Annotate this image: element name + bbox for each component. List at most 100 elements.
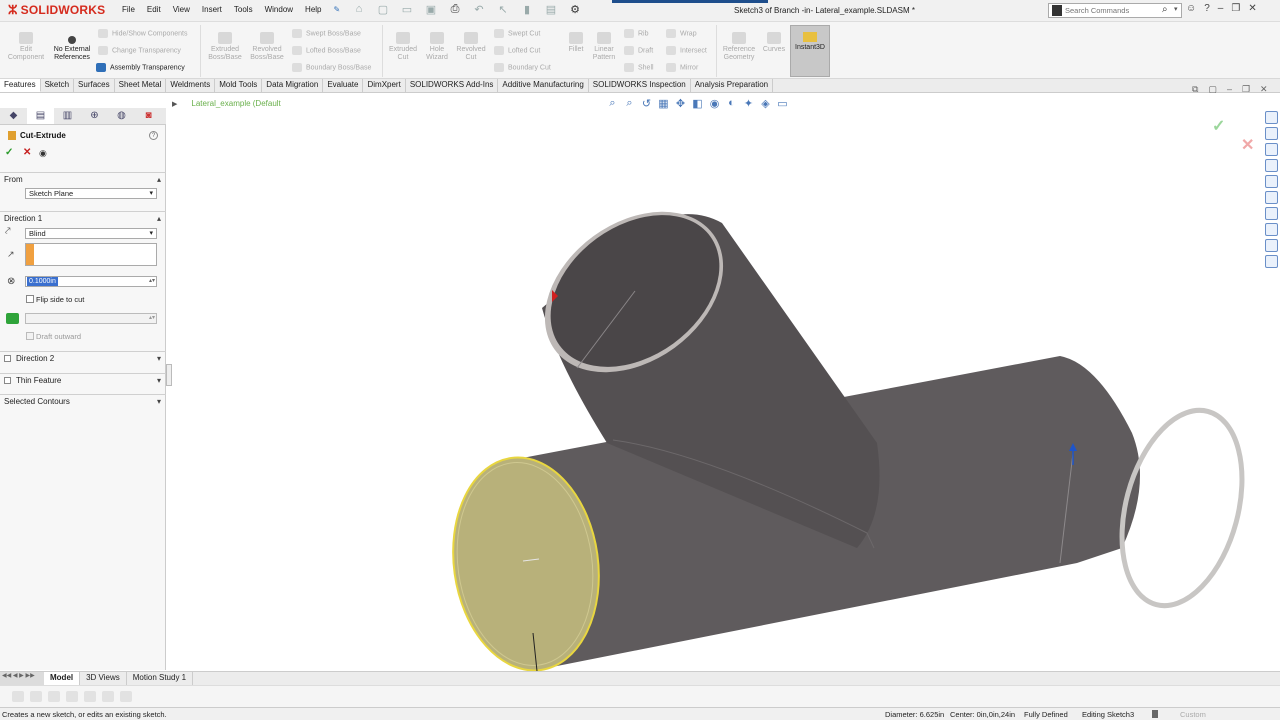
status-units[interactable]: Custom <box>1180 710 1206 719</box>
lofted-boss-button[interactable]: Lofted Boss/Base <box>292 46 361 55</box>
ok-icon[interactable]: ✓ <box>5 147 13 158</box>
chevron-down-icon[interactable]: ▾ <box>157 354 161 363</box>
hide-show-components-button[interactable]: Hide/Show Components <box>98 29 188 38</box>
reference-geometry-button[interactable]: Reference Geometry <box>718 32 760 62</box>
edit-appearance-icon[interactable]: ✦ <box>742 97 755 110</box>
extruded-boss-button[interactable]: Extruded Boss/Base <box>204 32 246 62</box>
menu-edit[interactable]: Edit <box>141 5 167 14</box>
zoom-to-fit-icon[interactable]: ⌕ <box>606 97 619 110</box>
tab-data-migration[interactable]: Data Migration <box>262 79 324 92</box>
hide-show-items-icon[interactable]: ◐ <box>725 97 738 110</box>
end-condition-select[interactable]: Blind ▾ <box>25 228 157 239</box>
edit-component-button[interactable]: Edit Component <box>6 32 46 62</box>
tab-dimxpert[interactable]: DimXpert <box>363 79 406 92</box>
curves-button[interactable]: Curves <box>760 32 788 54</box>
fillet-button[interactable]: Fillet <box>562 32 590 54</box>
tab-solidworks-addins[interactable]: SOLIDWORKS Add-Ins <box>406 79 499 92</box>
draft-button[interactable]: Draft <box>624 46 653 55</box>
assembly-transparency-button[interactable]: Assembly Transparency <box>96 63 185 72</box>
apply-scene-icon[interactable]: ◈ <box>759 97 772 110</box>
boundary-boss-button[interactable]: Boundary Boss/Base <box>292 63 371 72</box>
tab-solidworks-inspection[interactable]: SOLIDWORKS Inspection <box>589 79 691 92</box>
intersect-button[interactable]: Intersect <box>666 46 707 55</box>
change-transparency-button[interactable]: Change Transparency <box>98 46 181 55</box>
design-library-icon[interactable] <box>1264 127 1278 140</box>
checklist-icon[interactable] <box>1264 255 1278 268</box>
open-icon[interactable]: ▭ <box>398 3 416 16</box>
revolved-cut-button[interactable]: Revolved Cut <box>452 32 490 62</box>
swept-boss-button[interactable]: Swept Boss/Base <box>292 29 361 38</box>
detailed-preview-icon[interactable]: ◉ <box>39 148 47 159</box>
search-scope-icon[interactable] <box>1052 5 1062 16</box>
direction1-group-header[interactable]: Direction 1 ▴ <box>0 211 166 225</box>
direction2-group-header[interactable]: Direction 2 ▾ <box>0 351 166 365</box>
sketch-tool-icon[interactable] <box>66 691 78 702</box>
direction2-checkbox[interactable] <box>4 355 11 362</box>
tab-analysis-preparation[interactable]: Analysis Preparation <box>691 79 774 92</box>
select-icon[interactable]: ↖ <box>494 3 512 16</box>
tab-features[interactable]: Features <box>0 79 41 92</box>
pin-icon[interactable]: ✎ <box>328 5 347 14</box>
view-settings-icon[interactable]: ▭ <box>776 97 789 110</box>
property-manager-tab-icon[interactable]: ▤ <box>27 108 54 124</box>
tab-scroll-arrows[interactable]: ◀◀ ◀ ▶ ▶▶ <box>0 672 44 685</box>
feature-tree-flyout[interactable]: ▶ Lateral_example (Default <box>172 99 281 108</box>
3dexperience-icon[interactable] <box>1264 207 1278 220</box>
file-properties-icon[interactable]: ▤ <box>542 3 560 16</box>
configuration-manager-tab-icon[interactable]: ▥ <box>54 108 81 124</box>
tab-motion-study[interactable]: Motion Study 1 <box>127 672 194 685</box>
flip-side-checkbox[interactable] <box>26 295 34 303</box>
spinner-icon[interactable]: ▴▾ <box>149 277 155 284</box>
options-gear-icon[interactable]: ⚙ <box>566 3 584 16</box>
file-explorer-icon[interactable] <box>1264 143 1278 156</box>
hole-wizard-button[interactable]: Hole Wizard <box>420 32 454 62</box>
user-icon[interactable]: ☺ <box>1186 3 1196 14</box>
feature-manager-tab-icon[interactable]: ◆ <box>0 108 27 124</box>
restore-icon[interactable]: ❐ <box>1231 3 1240 14</box>
lofted-cut-button[interactable]: Lofted Cut <box>494 46 540 55</box>
zoom-to-area-icon[interactable]: ⌕ <box>623 97 636 110</box>
depth-input[interactable]: 0.1000in ▴▾ <box>25 276 157 287</box>
undo-icon[interactable]: ↶ <box>470 3 488 16</box>
display-style-icon[interactable]: ◉ <box>708 97 721 110</box>
panel-resize-handle[interactable] <box>166 364 172 386</box>
sketch-tool-icon[interactable] <box>84 691 96 702</box>
boundary-cut-button[interactable]: Boundary Cut <box>494 63 551 72</box>
chevron-up-icon[interactable]: ▴ <box>157 214 161 223</box>
spinner-icon[interactable]: ▴▾ <box>149 314 155 321</box>
menu-file[interactable]: File <box>116 5 141 14</box>
thin-feature-group-header[interactable]: Thin Feature ▾ <box>0 373 166 387</box>
close-icon[interactable]: ✕ <box>1248 3 1256 14</box>
shell-button[interactable]: Shell <box>624 63 654 72</box>
mirror-button[interactable]: Mirror <box>666 63 698 72</box>
app-logo[interactable]: ⵣ SOLIDWORKS <box>8 3 105 17</box>
recording-icon[interactable] <box>1264 239 1278 252</box>
rebuild-icon[interactable]: ▮ <box>518 3 536 16</box>
draft-outward-checkbox[interactable] <box>26 332 34 340</box>
menu-tools[interactable]: Tools <box>228 5 259 14</box>
cam-tab-icon[interactable]: ◙ <box>135 108 162 124</box>
sketch-tool-icon[interactable] <box>102 691 114 702</box>
view-orientation-icon[interactable]: ◧ <box>691 97 704 110</box>
search-icon[interactable]: ⌕ <box>1162 4 1168 15</box>
menu-help[interactable]: Help <box>299 5 327 14</box>
direction-selection-box[interactable] <box>25 243 157 266</box>
tab-additive-manufacturing[interactable]: Additive Manufacturing <box>498 79 589 92</box>
chevron-down-icon[interactable]: ▾ <box>1174 5 1178 13</box>
new-document-icon[interactable]: ▢ <box>374 3 392 16</box>
print-icon[interactable]: ⎙ <box>446 3 464 16</box>
model-viewport[interactable] <box>167 93 1280 671</box>
cancel-icon[interactable]: ✕ <box>23 147 31 158</box>
tab-evaluate[interactable]: Evaluate <box>323 79 364 92</box>
confirm-corner-ok-icon[interactable]: ✓ <box>1212 116 1225 136</box>
tab-surfaces[interactable]: Surfaces <box>74 79 115 92</box>
chevron-up-icon[interactable]: ▴ <box>157 175 161 184</box>
tab-mold-tools[interactable]: Mold Tools <box>215 79 263 92</box>
home-icon[interactable]: ⌂ <box>350 3 368 16</box>
help-icon[interactable]: ? <box>1204 3 1210 14</box>
tab-sketch[interactable]: Sketch <box>41 79 75 92</box>
instant3d-button[interactable]: Instant3D <box>790 25 830 77</box>
tab-3d-views[interactable]: 3D Views <box>80 672 127 685</box>
expand-arrow-icon[interactable]: ▶ <box>172 101 177 108</box>
from-select[interactable]: Sketch Plane ▾ <box>25 188 157 199</box>
